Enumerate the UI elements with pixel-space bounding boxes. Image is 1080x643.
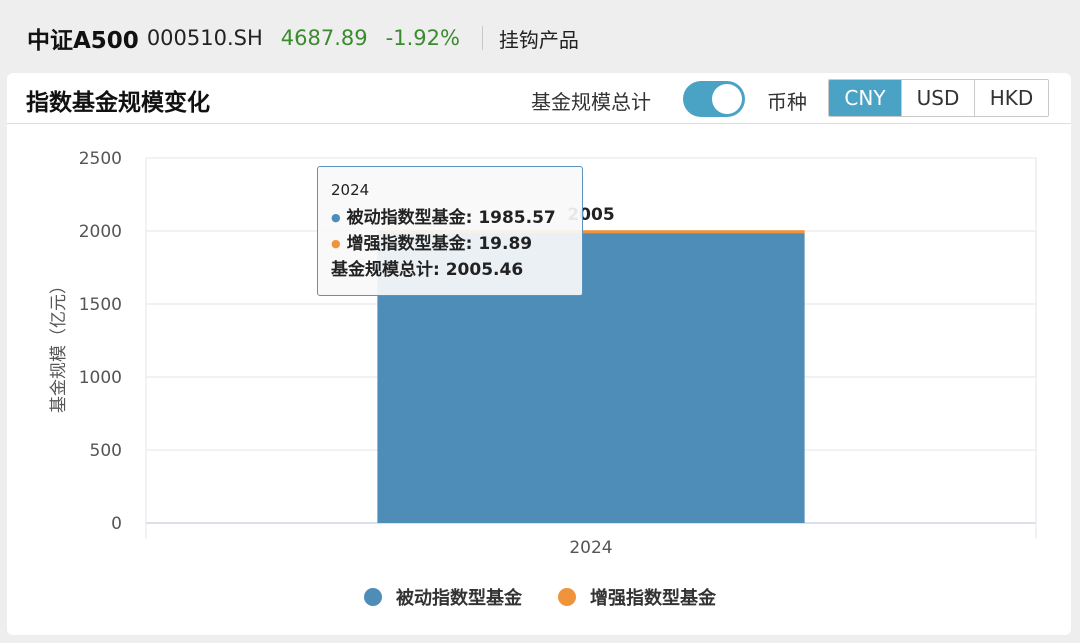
chart-legend: 被动指数型基金 增强指数型基金 <box>0 584 1080 610</box>
y-tick-label: 1000 <box>79 368 122 388</box>
tooltip-row-enhanced: ● 增强指数型基金: 19.89 <box>331 231 582 257</box>
y-tick-label: 2000 <box>79 222 122 242</box>
tooltip-title: 2024 <box>331 181 370 199</box>
legend-item-enhanced[interactable]: 增强指数型基金 <box>558 584 716 610</box>
legend-enhanced-label: 增强指数型基金 <box>590 588 716 609</box>
legend-item-passive[interactable]: 被动指数型基金 <box>364 584 522 610</box>
y-axis-title: 基金规模（亿元） <box>49 277 69 413</box>
tooltip-total: 基金规模总计: 2005.46 <box>331 260 524 280</box>
legend-passive-dot-icon <box>364 588 382 606</box>
tooltip-passive-value: 被动指数型基金: 1985.57 <box>346 208 556 228</box>
y-tick-label: 500 <box>90 441 122 461</box>
x-tick-label: 2024 <box>569 538 612 558</box>
tooltip-enhanced-value: 增强指数型基金: 19.89 <box>346 234 533 254</box>
legend-enhanced-dot-icon <box>558 588 576 606</box>
passive-dot-icon: ● <box>331 211 341 224</box>
enhanced-dot-icon: ● <box>331 237 341 250</box>
y-tick-label: 0 <box>111 514 122 534</box>
y-axis-ticks: 0 500 1000 1500 2000 2500 <box>79 149 122 534</box>
y-tick-label: 2500 <box>79 149 122 169</box>
tooltip-row-passive: ● 被动指数型基金: 1985.57 <box>331 205 582 231</box>
legend-passive-label: 被动指数型基金 <box>396 588 522 609</box>
y-tick-label: 1500 <box>79 295 122 315</box>
x-axis-ticks: 2024 <box>569 538 612 558</box>
chart-tooltip: 2024 ● 被动指数型基金: 1985.57 ● 增强指数型基金: 19.89 基… <box>317 166 583 296</box>
stacked-bar-chart: 05001000150020002500 基金规模（亿元） 2024 2005 <box>49 149 1037 558</box>
